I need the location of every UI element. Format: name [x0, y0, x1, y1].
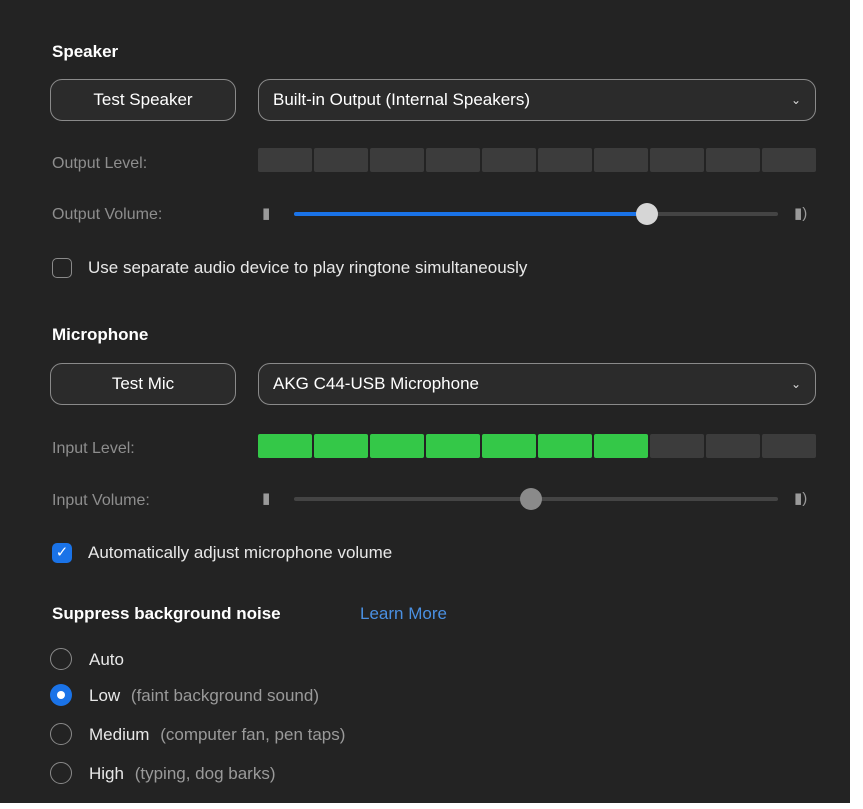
input-level-segment: [706, 434, 760, 458]
output-level-segment: [594, 148, 648, 172]
output-volume-fill: [294, 212, 647, 216]
speaker-section-title: Speaker: [52, 42, 119, 61]
output-level-label: Output Level:: [52, 155, 148, 172]
output-level-meter: [258, 148, 816, 172]
test-mic-button[interactable]: Test Mic: [50, 363, 236, 405]
microphone-device-select[interactable]: AKG C44-USB Microphone ⌄: [258, 363, 816, 405]
noise-option-high[interactable]: High (typing, dog barks): [89, 764, 276, 784]
radio-medium[interactable]: [50, 723, 72, 745]
output-level-segment: [482, 148, 536, 172]
input-level-segment: [314, 434, 368, 458]
input-level-segment: [370, 434, 424, 458]
input-level-segment: [258, 434, 312, 458]
noise-option-hint: (typing, dog barks): [134, 764, 276, 783]
auto-adjust-checkbox[interactable]: ✓: [52, 543, 72, 563]
noise-option-label: Medium: [89, 725, 150, 744]
chevron-down-icon: ⌄: [790, 93, 801, 107]
input-volume-slider[interactable]: [294, 488, 778, 510]
speaker-device-select[interactable]: Built-in Output (Internal Speakers) ⌄: [258, 79, 816, 121]
input-level-segment: [650, 434, 704, 458]
microphone-section-title: Microphone: [52, 325, 149, 344]
input-volume-thumb[interactable]: [520, 488, 542, 510]
microphone-device-value: AKG C44-USB Microphone: [273, 374, 479, 393]
radio-high[interactable]: [50, 762, 72, 784]
output-level-segment: [314, 148, 368, 172]
ringtone-checkbox[interactable]: [52, 258, 72, 278]
speaker-low-icon: ▮: [262, 205, 271, 222]
output-level-segment: [650, 148, 704, 172]
input-level-segment: [426, 434, 480, 458]
auto-adjust-label: Automatically adjust microphone volume: [88, 543, 393, 562]
noise-option-low[interactable]: Low (faint background sound): [89, 686, 319, 706]
input-level-segment: [538, 434, 592, 458]
input-level-segment: [594, 434, 648, 458]
output-volume-thumb[interactable]: [636, 203, 658, 225]
input-level-segment: [482, 434, 536, 458]
output-level-segment: [258, 148, 312, 172]
noise-option-label: Auto: [89, 650, 124, 669]
radio-low[interactable]: [50, 684, 72, 706]
radio-auto[interactable]: [50, 648, 72, 670]
speaker-device-value: Built-in Output (Internal Speakers): [273, 90, 531, 109]
output-level-segment: [538, 148, 592, 172]
audio-settings-panel: Speaker Test Speaker Built-in Output (In…: [0, 0, 850, 803]
output-level-segment: [426, 148, 480, 172]
noise-option-hint: (faint background sound): [130, 686, 319, 705]
output-level-segment: [706, 148, 760, 172]
speaker-high-icon: ▮): [794, 205, 808, 222]
input-level-meter: [258, 434, 816, 458]
chevron-down-icon: ⌄: [790, 377, 801, 391]
input-level-segment: [762, 434, 816, 458]
speaker-high-icon: ▮): [794, 490, 808, 507]
noise-option-medium[interactable]: Medium (computer fan, pen taps): [89, 725, 345, 745]
learn-more-link[interactable]: Learn More: [360, 604, 447, 624]
noise-option-label: High: [89, 764, 124, 783]
output-level-segment: [762, 148, 816, 172]
output-volume-slider[interactable]: [294, 203, 778, 225]
checkmark-icon: ✓: [55, 544, 69, 561]
noise-section-title: Suppress background noise: [52, 604, 281, 623]
test-speaker-button[interactable]: Test Speaker: [50, 79, 236, 121]
ringtone-checkbox-label: Use separate audio device to play ringto…: [88, 258, 528, 277]
speaker-low-icon: ▮: [262, 490, 271, 507]
noise-option-hint: (computer fan, pen taps): [160, 725, 346, 744]
noise-option-label: Low: [89, 686, 121, 705]
output-level-segment: [370, 148, 424, 172]
output-volume-label: Output Volume:: [52, 206, 163, 223]
noise-option-auto[interactable]: Auto: [89, 650, 124, 670]
input-level-label: Input Level:: [52, 440, 135, 457]
input-volume-label: Input Volume:: [52, 492, 150, 509]
